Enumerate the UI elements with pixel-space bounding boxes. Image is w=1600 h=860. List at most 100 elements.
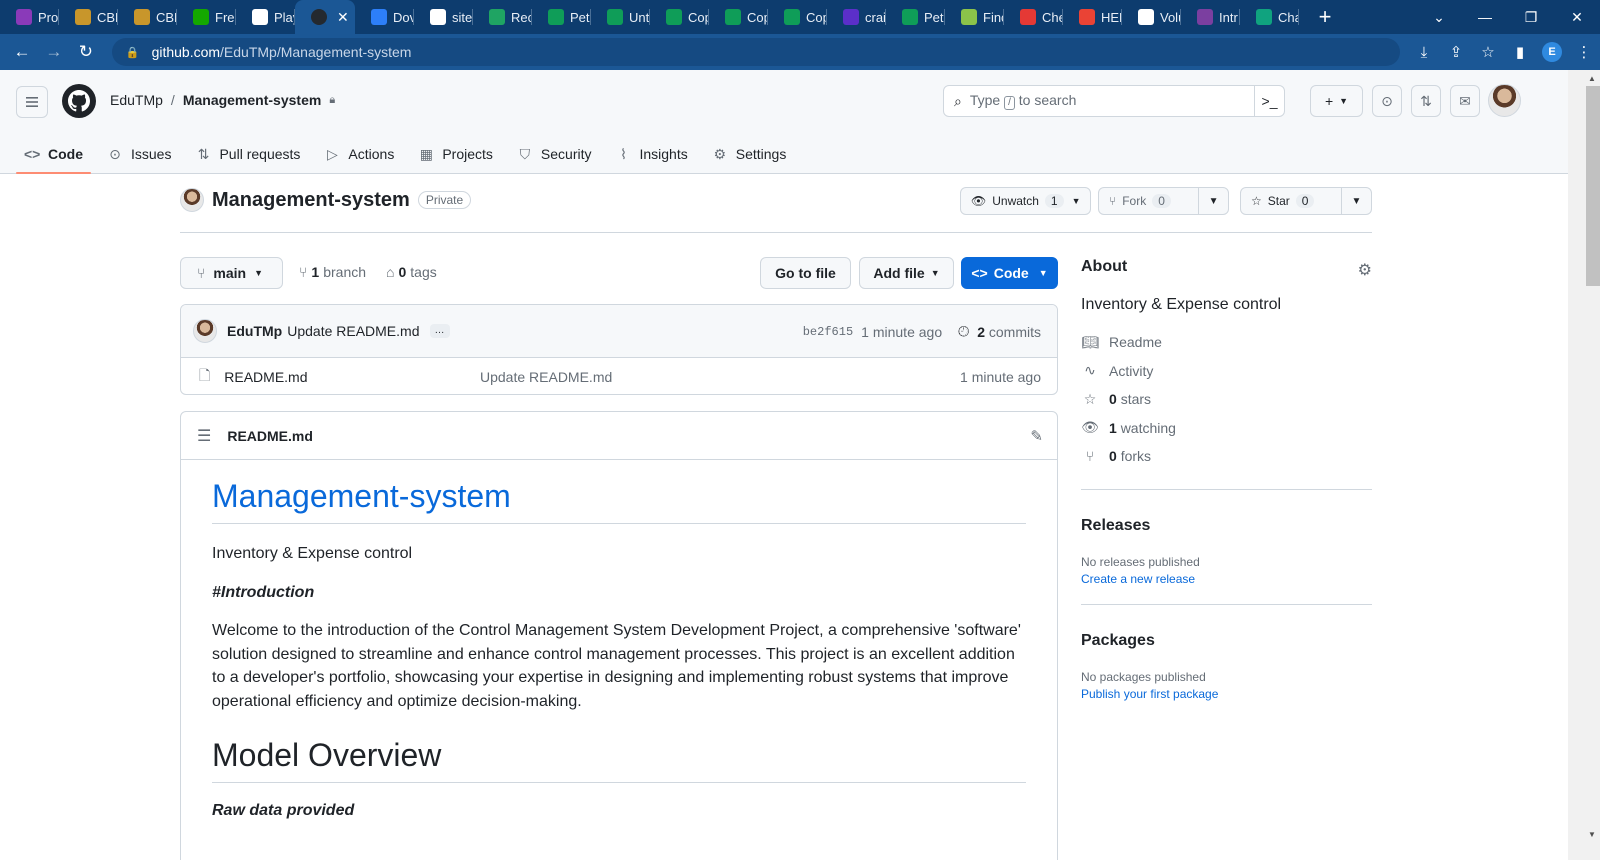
- stars-link[interactable]: ☆ 0 stars: [1081, 385, 1372, 414]
- tab-issues[interactable]: ⊙ Issues: [99, 134, 179, 174]
- browser-menu-icon[interactable]: ⋮: [1568, 43, 1600, 61]
- star-button[interactable]: ☆ Star 0 ▼: [1240, 187, 1372, 215]
- go-to-file-button[interactable]: Go to file: [760, 257, 851, 289]
- new-tab-button[interactable]: +: [1313, 4, 1337, 30]
- create-new-button[interactable]: + ▼: [1310, 85, 1363, 117]
- search-input[interactable]: ⌕ Type / to search >_: [943, 85, 1285, 117]
- gear-icon[interactable]: ⚙: [1358, 260, 1372, 280]
- browser-tab[interactable]: Free: [177, 0, 236, 34]
- watching-link[interactable]: 👁︎ 1 watching: [1081, 414, 1372, 443]
- browser-tab[interactable]: Cop: [768, 0, 827, 34]
- commit-message[interactable]: Update README.md: [287, 323, 419, 339]
- scroll-up-icon[interactable]: ▲: [1588, 74, 1596, 83]
- file-row[interactable]: 🗋 README.md Update README.md 1 minute ag…: [181, 358, 1057, 394]
- browser-tab[interactable]: Cop: [650, 0, 709, 34]
- commit-author[interactable]: EduTMp: [227, 323, 282, 339]
- menu-button[interactable]: [16, 86, 48, 118]
- readme-link[interactable]: 📖︎ Readme: [1081, 328, 1372, 357]
- tab-pull-requests[interactable]: ⇅ Pull requests: [187, 134, 308, 174]
- browser-tab[interactable]: Dov: [355, 0, 414, 34]
- outline-icon[interactable]: ☰: [197, 426, 211, 446]
- browser-tab[interactable]: Cop: [709, 0, 768, 34]
- edit-pencil-icon[interactable]: ✎: [1030, 427, 1043, 445]
- browser-tab[interactable]: crai: [827, 0, 886, 34]
- issues-icon[interactable]: ⊙: [1372, 85, 1402, 117]
- browser-tab[interactable]: Prof: [0, 0, 59, 34]
- close-window-button[interactable]: ✕: [1554, 9, 1600, 26]
- inbox-icon[interactable]: ✉: [1450, 85, 1480, 117]
- minimize-button[interactable]: —: [1462, 9, 1508, 25]
- tag-word: tags: [410, 264, 437, 280]
- browser-tab[interactable]: ✕: [295, 0, 355, 34]
- browser-tab[interactable]: Cha: [1240, 0, 1299, 34]
- browser-tab[interactable]: Unt: [591, 0, 650, 34]
- repo-name[interactable]: Management-system: [212, 189, 410, 212]
- back-button[interactable]: ←: [6, 42, 38, 62]
- browser-tab[interactable]: CBK: [59, 0, 118, 34]
- browser-tab[interactable]: HEL: [1063, 0, 1122, 34]
- share-icon[interactable]: ⇪: [1440, 43, 1472, 61]
- close-tab-icon[interactable]: ✕: [337, 9, 349, 26]
- releases-title[interactable]: Releases: [1081, 517, 1372, 535]
- commit-expand-button[interactable]: …: [429, 324, 450, 338]
- browser-tab[interactable]: Play: [236, 0, 295, 34]
- code-button[interactable]: <> Code ▼: [961, 257, 1058, 289]
- publish-package-link[interactable]: Publish your first package: [1081, 687, 1372, 701]
- fork-button[interactable]: ⑂ Fork 0 ▼: [1098, 187, 1229, 215]
- install-icon[interactable]: ⤓: [1408, 44, 1440, 61]
- tab-code[interactable]: <> Code: [16, 134, 91, 174]
- commit-author-avatar[interactable]: [193, 319, 217, 343]
- restore-button[interactable]: ❐: [1508, 9, 1554, 26]
- branch-selector[interactable]: ⑂ main ▼: [180, 257, 283, 289]
- create-release-link[interactable]: Create a new release: [1081, 572, 1372, 586]
- browser-tab[interactable]: Rec: [473, 0, 532, 34]
- tab-actions[interactable]: ▷ Actions: [316, 134, 402, 174]
- repo-link[interactable]: Management-system: [183, 92, 322, 108]
- browser-tab[interactable]: Intr: [1181, 0, 1240, 34]
- tab-search-icon[interactable]: ⌄: [1416, 9, 1462, 26]
- forks-link[interactable]: ⑂ 0 forks: [1081, 442, 1372, 471]
- branches-link[interactable]: ⑂ 1 branch: [299, 264, 366, 280]
- tab-security[interactable]: ⛉ Security: [509, 134, 600, 174]
- scrollbar-thumb[interactable]: [1586, 86, 1600, 286]
- unwatch-button[interactable]: 👁︎ Unwatch 1 ▼: [960, 187, 1091, 215]
- file-name[interactable]: README.md: [224, 369, 307, 385]
- tab-insights[interactable]: ⌇ Insights: [607, 134, 695, 174]
- activity-link[interactable]: ∿ Activity: [1081, 357, 1372, 386]
- command-palette-icon[interactable]: >_: [1254, 86, 1284, 116]
- scroll-down-icon[interactable]: ▼: [1588, 830, 1596, 839]
- reload-button[interactable]: ↻: [70, 42, 102, 62]
- user-avatar[interactable]: [1488, 84, 1521, 117]
- owner-avatar[interactable]: [180, 188, 204, 212]
- owner-link[interactable]: EduTMp: [110, 92, 163, 108]
- file-commit-message[interactable]: Update README.md: [480, 369, 612, 385]
- side-panel-icon[interactable]: ▮: [1504, 43, 1536, 61]
- add-file-button[interactable]: Add file ▼: [859, 257, 954, 289]
- browser-tab[interactable]: Finc: [945, 0, 1004, 34]
- fork-dropdown[interactable]: ▼: [1198, 188, 1228, 214]
- tab-projects[interactable]: ▦ Projects: [410, 134, 501, 174]
- tab-favicon-icon: [371, 9, 387, 25]
- code-label: Code: [993, 265, 1029, 281]
- search-shortcut-key: /: [1004, 96, 1015, 110]
- url-field[interactable]: 🔒 github.com/EduTMp/Management-system: [111, 38, 1400, 66]
- bookmark-star-icon[interactable]: ☆: [1472, 43, 1504, 61]
- commit-sha[interactable]: be2f615: [803, 325, 853, 339]
- tab-settings[interactable]: ⚙ Settings: [704, 134, 795, 174]
- packages-title[interactable]: Packages: [1081, 632, 1372, 650]
- browser-tab[interactable]: Petr: [886, 0, 945, 34]
- readme-title[interactable]: Management-system: [212, 478, 1026, 524]
- browser-tab[interactable]: Petr: [532, 0, 591, 34]
- github-logo-icon[interactable]: [62, 84, 96, 118]
- tab-favicon-icon: [902, 9, 918, 25]
- browser-tab[interactable]: CBK: [118, 0, 177, 34]
- commits-link[interactable]: 2 commits: [977, 324, 1041, 340]
- browser-tab[interactable]: Che: [1004, 0, 1063, 34]
- browser-tab[interactable]: Volu: [1122, 0, 1181, 34]
- pull-requests-icon[interactable]: ⇅: [1411, 85, 1441, 117]
- star-dropdown[interactable]: ▼: [1341, 188, 1371, 214]
- tags-link[interactable]: ⌂ 0 tags: [386, 264, 437, 280]
- browser-tab[interactable]: site: [414, 0, 473, 34]
- forward-button[interactable]: →: [38, 42, 70, 62]
- profile-avatar[interactable]: E: [1542, 42, 1562, 62]
